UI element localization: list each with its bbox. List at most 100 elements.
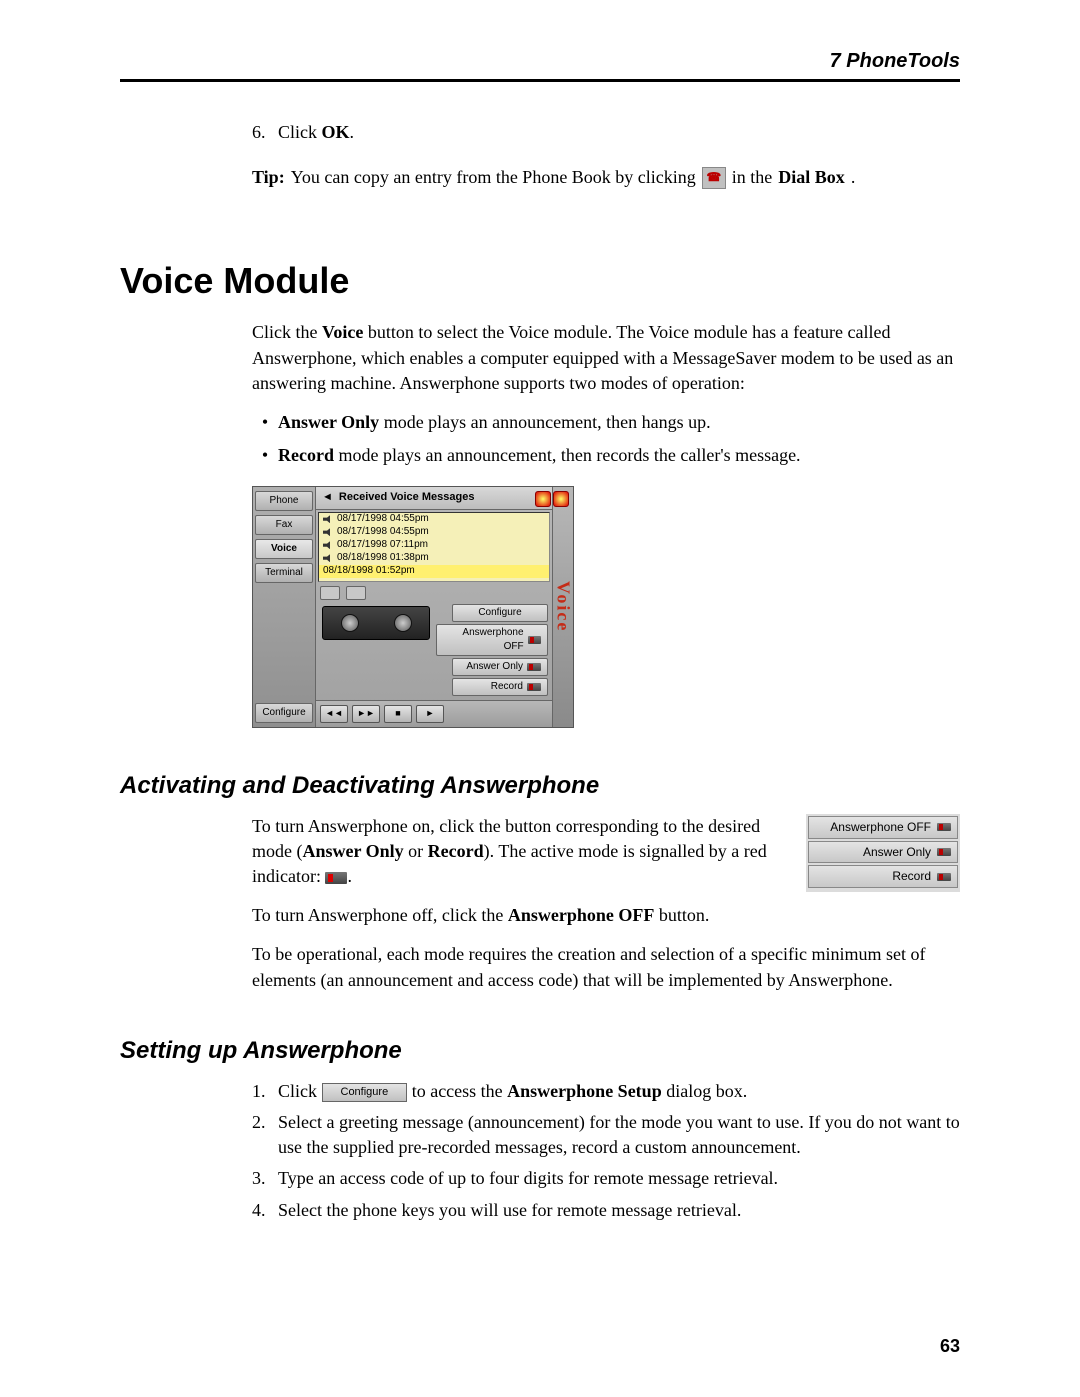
fastforward-button[interactable]: ►► xyxy=(352,705,380,723)
off-label: Answerphone OFF xyxy=(508,905,655,925)
playback-controls: ◄◄ ►► ■ ► xyxy=(316,700,552,727)
answer-only-button[interactable]: Answer Only xyxy=(808,841,958,864)
text: dialog box. xyxy=(662,1081,748,1101)
configure-button[interactable]: Configure xyxy=(322,1083,408,1102)
answerphone-off-button[interactable]: Answerphone OFF xyxy=(808,816,958,839)
speaker-icon xyxy=(323,554,333,562)
intro-paragraph: Click the Voice button to select the Voi… xyxy=(252,320,960,396)
configure-button[interactable]: Configure xyxy=(452,604,548,622)
text: Select a greeting message (announcement)… xyxy=(278,1110,960,1160)
text: You can copy an entry from the Phone Boo… xyxy=(291,165,696,190)
step-number: 4. xyxy=(252,1198,278,1223)
mode-name: Record xyxy=(428,841,484,861)
msg-time: 08/17/1998 04:55pm xyxy=(337,512,429,526)
bullet-marker: • xyxy=(252,443,278,468)
messages-title: ◄ Received Voice Messages xyxy=(316,487,552,509)
label: Answer Only xyxy=(466,660,523,674)
cassette-graphic xyxy=(322,606,430,640)
text: . xyxy=(347,866,352,886)
msg-time: 08/17/1998 07:11pm xyxy=(337,538,428,552)
heading-setting-up: Setting up Answerphone xyxy=(120,1037,960,1065)
text: to access the xyxy=(407,1081,507,1101)
indicator-icon xyxy=(937,873,951,881)
page-header: 7 PhoneTools xyxy=(120,50,960,82)
heading-activating: Activating and Deactivating Answerphone xyxy=(120,772,960,800)
text: Select the phone keys you will use for r… xyxy=(278,1198,960,1223)
text: button. xyxy=(654,905,709,925)
module-sidebar: Phone Fax Voice Terminal Configure xyxy=(253,487,316,726)
back-arrow-icon[interactable]: ◄ xyxy=(322,490,333,505)
activate-paragraph-2: To turn Answerphone off, click the Answe… xyxy=(252,903,960,928)
window-button-icon[interactable] xyxy=(535,491,551,507)
record-button[interactable]: Record xyxy=(808,865,958,888)
indicator-icon xyxy=(937,848,951,856)
cassette-reel-icon xyxy=(341,614,359,632)
text: . xyxy=(350,122,355,142)
tool-icon[interactable] xyxy=(346,586,366,600)
speaker-icon xyxy=(323,541,333,549)
list-item[interactable]: 08/17/1998 04:55pm xyxy=(319,513,549,526)
dialog-name: Answerphone Setup xyxy=(507,1081,662,1101)
list-item[interactable]: 08/17/1998 07:11pm xyxy=(319,539,549,552)
window-button-icon[interactable] xyxy=(553,491,569,507)
tab-configure[interactable]: Configure xyxy=(255,703,313,723)
text: or xyxy=(404,841,428,861)
text: mode plays an announcement, then hangs u… xyxy=(379,412,710,432)
setup-step-1: 1. Click Configure to access the Answerp… xyxy=(252,1079,960,1104)
bullet-record: • Record mode plays an announcement, the… xyxy=(252,443,960,468)
text: Type an access code of up to four digits… xyxy=(278,1166,960,1191)
record-button[interactable]: Record xyxy=(452,678,548,696)
module-edge: Voice xyxy=(552,487,573,726)
setup-step-2: 2. Select a greeting message (announceme… xyxy=(252,1110,960,1160)
cassette-reel-icon xyxy=(394,614,412,632)
voice-module-screenshot: Phone Fax Voice Terminal Configure ◄ Rec… xyxy=(252,486,574,727)
tool-icon[interactable] xyxy=(320,586,340,600)
mode-name: Answer Only xyxy=(302,841,403,861)
text: To turn Answerphone off, click the xyxy=(252,905,508,925)
tab-phone[interactable]: Phone xyxy=(255,491,313,511)
step-6: 6. Click OK. xyxy=(252,120,960,145)
play-button[interactable]: ► xyxy=(416,705,444,723)
msg-time: 08/17/1998 04:55pm xyxy=(337,525,429,539)
setup-step-4: 4. Select the phone keys you will use fo… xyxy=(252,1198,960,1223)
tip-label: Tip: xyxy=(252,165,285,190)
red-indicator-icon xyxy=(325,872,347,884)
mode-name: Record xyxy=(278,445,334,465)
msg-time: 08/18/1998 01:52pm xyxy=(323,564,415,578)
step-number: 2. xyxy=(252,1110,278,1160)
label: Answerphone OFF xyxy=(830,819,931,836)
step-number: 1. xyxy=(252,1079,278,1104)
voice-label: Voice xyxy=(322,322,363,342)
text: Click xyxy=(278,1081,322,1101)
ok-label: OK xyxy=(322,122,350,142)
stop-button[interactable]: ■ xyxy=(384,705,412,723)
mode-button-stack: Answerphone OFF Answer Only Record xyxy=(806,814,960,892)
list-item[interactable]: 08/18/1998 01:38pm xyxy=(319,552,549,565)
text: . xyxy=(851,165,856,190)
window-controls xyxy=(535,491,569,507)
bullet-answer-only: • Answer Only mode plays an announcement… xyxy=(252,410,960,435)
step-number: 3. xyxy=(252,1166,278,1191)
list-item[interactable]: 08/18/1998 01:52pm xyxy=(319,565,549,578)
rewind-button[interactable]: ◄◄ xyxy=(320,705,348,723)
indicator-icon xyxy=(937,823,951,831)
voice-vertical-label: Voice xyxy=(550,581,575,632)
messages-list[interactable]: 08/17/1998 04:55pm 08/17/1998 04:55pm 08… xyxy=(318,512,550,582)
step-number: 6. xyxy=(252,120,278,145)
mode-name: Answer Only xyxy=(278,412,379,432)
bullet-marker: • xyxy=(252,410,278,435)
tab-voice[interactable]: Voice xyxy=(255,539,313,559)
phonebook-copy-icon: ☎ xyxy=(702,167,726,189)
indicator-icon xyxy=(527,683,541,691)
tab-fax[interactable]: Fax xyxy=(255,515,313,535)
list-item[interactable]: 08/17/1998 04:55pm xyxy=(319,526,549,539)
indicator-icon xyxy=(527,663,541,671)
answerphone-off-button[interactable]: Answerphone OFF xyxy=(436,624,548,656)
speaker-icon xyxy=(323,515,333,523)
title-text: Received Voice Messages xyxy=(339,490,475,505)
dial-box-label: Dial Box xyxy=(778,165,845,190)
speaker-icon xyxy=(323,528,333,536)
tab-terminal[interactable]: Terminal xyxy=(255,563,313,583)
answer-only-button[interactable]: Answer Only xyxy=(452,658,548,676)
label: Answerphone OFF xyxy=(443,626,524,654)
